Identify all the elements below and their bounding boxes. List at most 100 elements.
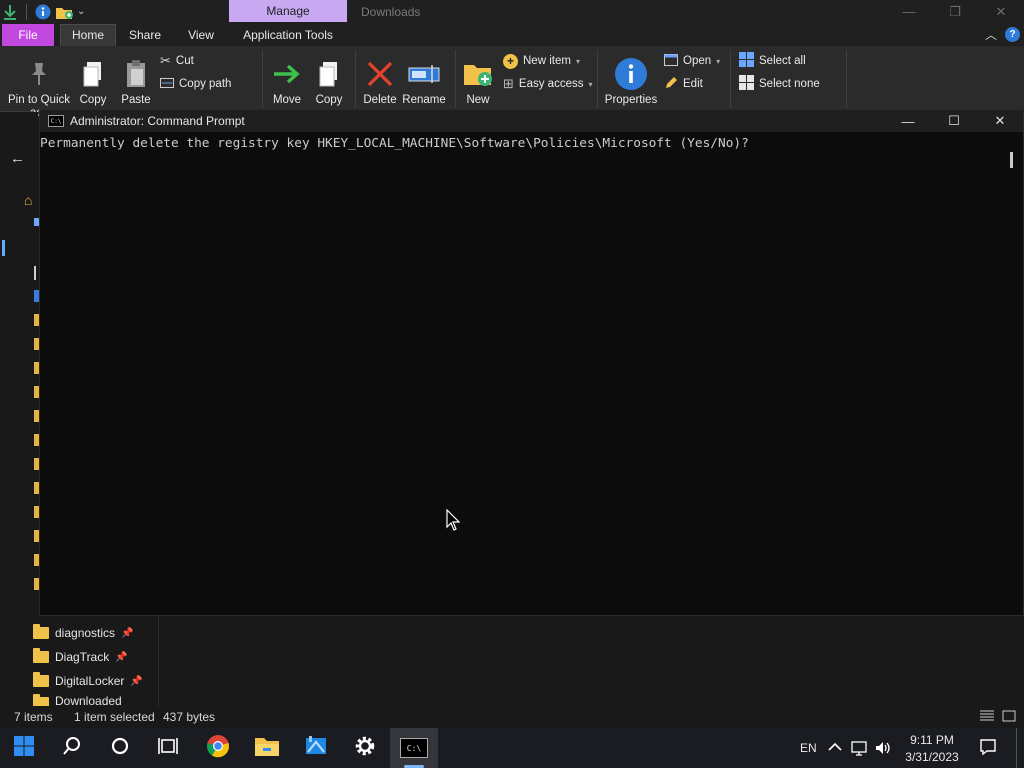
nav-item-diagnostics[interactable]: diagnostics 📌 [33, 623, 134, 643]
explorer-titlebar: ⌄ Manage Downloads — ❐ ✕ [0, 0, 1024, 23]
maximize-icon[interactable]: ☐ [931, 110, 977, 132]
taskbar-settings[interactable] [341, 728, 389, 768]
cut-button[interactable]: ✂ Cut [160, 51, 194, 71]
taskbar-command-prompt[interactable]: C:\ [390, 728, 438, 768]
home-icon[interactable]: ⌂ [24, 192, 32, 208]
tab-application-tools[interactable]: Application Tools [228, 24, 348, 46]
delete-label: Delete [363, 94, 397, 106]
nav-item-label: DigitalLocker [55, 674, 125, 688]
chevron-down-icon: ▾ [716, 56, 721, 66]
show-desktop-button[interactable] [1016, 728, 1017, 768]
pin-icon [27, 54, 51, 94]
details-view-icon[interactable] [979, 709, 995, 726]
restore-icon[interactable]: ❐ [932, 0, 978, 23]
move-to-button[interactable]: Move [270, 54, 304, 107]
manage-context-tab[interactable]: Manage [229, 0, 347, 22]
ribbon-divider [455, 50, 456, 108]
pin-icon: 📌 [115, 651, 128, 663]
network-icon[interactable] [851, 728, 869, 768]
minimize-icon[interactable]: — [885, 110, 931, 132]
help-icon[interactable]: ? [1005, 27, 1020, 42]
paste-button[interactable]: Paste [118, 54, 154, 107]
copy-button[interactable]: Copy [76, 54, 110, 107]
cortana-button[interactable] [96, 728, 144, 768]
new-folder-button[interactable]: New [460, 54, 496, 107]
rename-button[interactable]: Rename [402, 54, 446, 107]
select-none-button[interactable]: Select none [739, 74, 820, 94]
cmd-window-controls: — ☐ ✕ [885, 110, 1023, 132]
notifications-button[interactable] [979, 728, 997, 768]
arrow-right-icon [272, 54, 302, 94]
taskbar-chrome[interactable] [194, 728, 242, 768]
easy-access-label: Easy access [518, 78, 584, 90]
nav-item-downloaded[interactable]: Downloaded [33, 694, 122, 706]
folder-icon [33, 648, 49, 663]
close-icon[interactable]: ✕ [978, 0, 1024, 23]
cmd-output[interactable]: Permanently delete the registry key HKEY… [40, 132, 1002, 615]
nav-item-label: Downloaded [55, 694, 122, 706]
cmd-scrollbar[interactable] [1001, 132, 1023, 615]
tab-file[interactable]: File [2, 23, 54, 46]
language-indicator[interactable]: EN [800, 728, 817, 768]
large-icons-view-icon[interactable] [1002, 709, 1016, 726]
item-count: 7 items [14, 710, 53, 724]
rename-icon [408, 54, 440, 94]
paste-label: Paste [121, 94, 151, 106]
new-folder-icon [462, 54, 494, 94]
back-arrow-icon[interactable]: ← [10, 150, 25, 167]
tab-home[interactable]: Home [60, 23, 116, 46]
command-prompt-window[interactable]: C:\ Administrator: Command Prompt — ☐ ✕ … [39, 109, 1024, 616]
new-label: New [466, 94, 490, 106]
show-hidden-icons-button[interactable] [828, 728, 842, 768]
select-none-icon [739, 75, 754, 93]
close-icon[interactable]: ✕ [977, 110, 1023, 132]
copy-to-button[interactable]: Copy [312, 54, 346, 107]
taskbar-clock[interactable]: 9:11 PM 3/31/2023 [890, 732, 974, 766]
easy-access-icon: ⊞ [503, 76, 514, 91]
ribbon-right-controls: ︿ ? [985, 26, 1020, 43]
folder-icon [33, 624, 49, 639]
new-folder-qat-icon[interactable] [55, 4, 73, 20]
pane-divider [158, 614, 159, 706]
copy-icon [81, 54, 105, 94]
task-view-button[interactable] [144, 728, 192, 768]
quick-access-toolbar: ⌄ [0, 0, 85, 23]
new-item-button[interactable]: + New item ▾ [503, 51, 580, 71]
open-button[interactable]: Open ▾ [664, 51, 720, 71]
nav-selection-marker [2, 240, 5, 256]
edit-button[interactable]: Edit [664, 74, 703, 94]
chevron-up-icon[interactable]: ︿ [985, 26, 997, 43]
cortana-circle-icon [111, 737, 129, 760]
taskbar-file-explorer[interactable] [243, 728, 291, 768]
copy-to-icon [317, 54, 341, 94]
tab-view[interactable]: View [174, 24, 228, 46]
scrollbar-thumb[interactable] [1010, 152, 1013, 168]
nav-item-digitallocker[interactable]: DigitalLocker 📌 [33, 671, 143, 691]
copy-path-button[interactable]: Copy path [160, 74, 231, 94]
info-icon [614, 54, 648, 94]
cmd-titlebar[interactable]: C:\ Administrator: Command Prompt — ☐ ✕ [40, 110, 1023, 132]
chrome-icon [206, 734, 230, 763]
properties-button[interactable]: Properties [602, 54, 660, 107]
ribbon-divider [262, 50, 263, 108]
windows-logo-icon [13, 735, 35, 762]
taskbar-app[interactable] [292, 728, 340, 768]
delete-button[interactable]: Delete [360, 54, 400, 107]
nav-item-diagtrack[interactable]: DiagTrack 📌 [33, 647, 128, 667]
properties-label: Properties [604, 94, 658, 106]
minimize-icon[interactable]: — [886, 0, 932, 23]
clock-date: 3/31/2023 [905, 750, 959, 764]
tab-share[interactable]: Share [116, 24, 174, 46]
select-all-button[interactable]: Select all [739, 51, 806, 71]
select-none-label: Select none [759, 78, 820, 90]
start-button[interactable] [0, 728, 48, 768]
nav-item-label: diagnostics [55, 626, 116, 640]
search-button[interactable] [48, 728, 96, 768]
cmd-icon: C:\ [48, 115, 64, 127]
easy-access-button[interactable]: ⊞ Easy access ▾ [503, 74, 592, 94]
properties-qat-icon[interactable] [35, 4, 51, 20]
folder-icon [33, 672, 49, 687]
qat-customize-icon[interactable]: ⌄ [77, 6, 85, 17]
desktop: ⌄ Manage Downloads — ❐ ✕ File Home Share… [0, 0, 1024, 768]
download-icon[interactable] [2, 3, 18, 21]
